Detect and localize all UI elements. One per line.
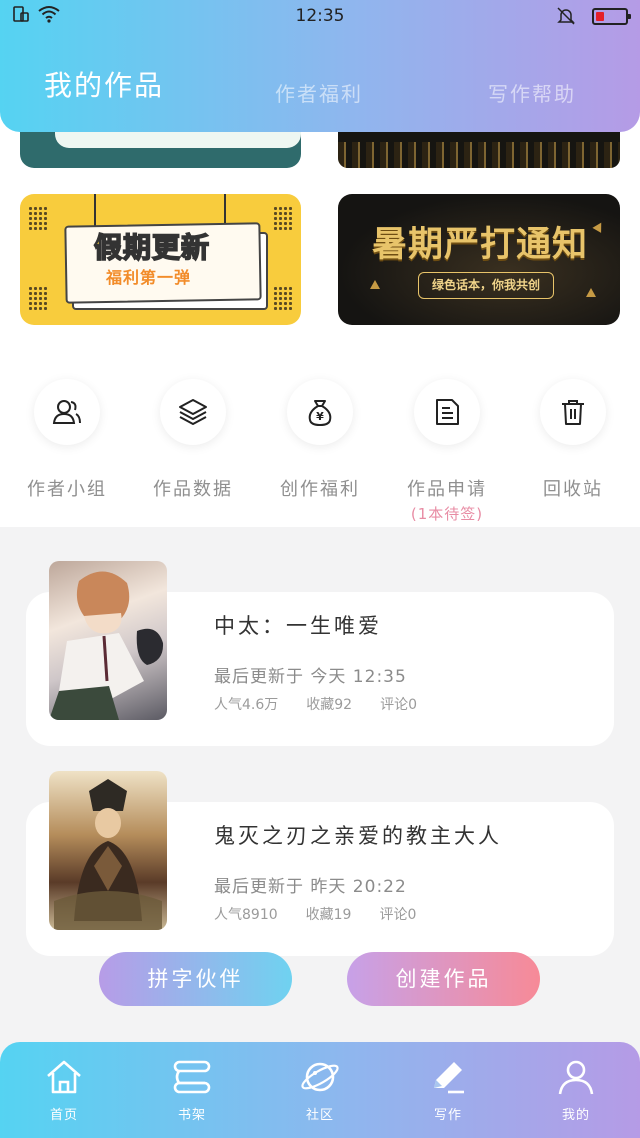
header-tabs: 我的作品 作者福利 写作帮助 (0, 68, 640, 118)
tab-my-works[interactable]: 我的作品 (44, 64, 164, 104)
bottom-nav: 首页 书架 社区 写作 我的 (0, 1042, 640, 1138)
work-favorites: 收藏19 (305, 907, 352, 923)
summer-banner-subtitle: 绿色话本，你我共创 (418, 272, 554, 299)
banner-grid: 假期更新 福利第一弹 暑期严打通知 绿色话本，你我共创 (0, 100, 640, 332)
tab-author-benefits[interactable]: 作者福利 (275, 78, 363, 107)
summer-banner-title: 暑期严打通知 (372, 225, 589, 265)
word-partner-button[interactable]: 拼字伙伴 (99, 952, 292, 1006)
pen-icon (434, 1062, 464, 1094)
status-time: 12:35 (295, 6, 345, 26)
work-last-updated: 最后更新于 昨天 20:22 (214, 877, 407, 897)
banner-holiday-update[interactable]: 假期更新 福利第一弹 (20, 194, 301, 325)
bookshelf-icon (173, 1060, 211, 1094)
shortcut-work-data[interactable]: 作品数据 (129, 379, 257, 501)
shortcut-row: 作者小组 作品数据 ¥ 创作福利 作品申请 (1本待签) 回收站 (0, 332, 640, 527)
work-cover-image[interactable] (49, 561, 167, 720)
nav-mine[interactable]: 我的 (512, 1058, 640, 1123)
shortcut-creation-benefits[interactable]: ¥ 创作福利 (256, 379, 384, 501)
work-last-updated: 最后更新于 今天 12:35 (214, 667, 407, 687)
tab-writing-help[interactable]: 写作帮助 (488, 78, 576, 107)
work-cover-image[interactable] (49, 771, 167, 930)
shortcut-author-group[interactable]: 作者小组 (3, 379, 131, 501)
shortcut-recycle-bin[interactable]: 回收站 (509, 379, 637, 501)
nav-home[interactable]: 首页 (0, 1058, 128, 1123)
svg-text:¥: ¥ (316, 410, 324, 423)
banner-summer-notice[interactable]: 暑期严打通知 绿色话本，你我共创 (338, 194, 620, 325)
group-icon (52, 400, 81, 424)
document-icon (436, 399, 459, 425)
trash-icon (562, 400, 584, 425)
work-title: 鬼灭之刃之亲爱的教主大人 (214, 824, 502, 848)
layers-icon (179, 399, 207, 425)
work-title: 中太：一生唯爱 (214, 614, 382, 638)
work-comments: 评论0 (379, 907, 417, 923)
work-favorites: 收藏92 (306, 697, 353, 713)
holiday-banner-title: 假期更新 (93, 230, 211, 265)
user-icon (558, 1060, 594, 1095)
pending-sign-note: (1本待签) (410, 505, 484, 523)
planet-icon (301, 1062, 339, 1092)
work-comments: 评论0 (380, 697, 418, 713)
battery-icon (592, 7, 631, 25)
status-bar: 12:35 (0, 0, 640, 34)
bell-muted-icon (557, 7, 575, 25)
holiday-banner-subtitle: 福利第一弹 (106, 268, 192, 287)
nav-write[interactable]: 写作 (384, 1058, 512, 1123)
nav-community[interactable]: 社区 (256, 1058, 384, 1123)
create-work-button[interactable]: 创建作品 (347, 952, 540, 1006)
nav-bookshelf[interactable]: 书架 (128, 1058, 256, 1123)
work-popularity: 人气4.6万 (214, 697, 279, 713)
shortcut-work-application[interactable]: 作品申请 (1本待签) (383, 379, 511, 524)
home-icon (47, 1060, 81, 1094)
work-popularity: 人气8910 (214, 907, 278, 923)
top-header: 12:35 我的作品 作者福利 写作帮助 (0, 0, 640, 132)
money-bag-icon: ¥ (308, 400, 332, 427)
